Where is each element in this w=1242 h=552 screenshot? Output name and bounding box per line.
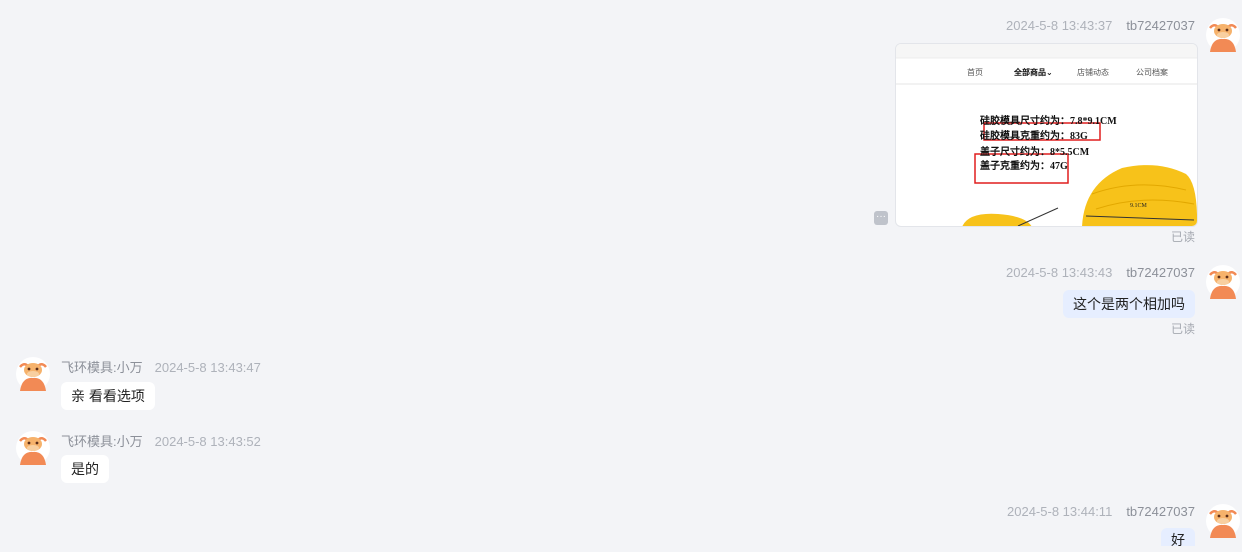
message-time: 2024-5-8 13:43:37 [1006,18,1113,33]
message-time: 2024-5-8 13:43:43 [1006,265,1113,280]
read-status: 已读 [1170,322,1195,336]
avatar[interactable] [16,431,50,465]
image-message[interactable]: 首页 全部商品⌄ 店铺动态 公司档案 硅胶模具尺寸约为：7.8*9.1CM 硅胶… [895,43,1198,227]
avatar[interactable] [16,357,50,391]
spec-line: 硅胶模具尺寸约为：7.8*9.1CM [980,116,1117,127]
cow-avatar-icon [1206,265,1240,299]
message-meta: 2024-5-8 13:43:37 tb72427037 [1006,18,1195,33]
cow-avatar-icon [1206,18,1240,52]
cow-avatar-icon [1206,504,1240,538]
message-meta: 飞环模具:小万 2024-5-8 13:43:52 [61,431,261,450]
sender-name[interactable]: tb72427037 [1126,265,1195,280]
message-bubble[interactable]: 亲 看看选项 [61,382,155,410]
message-meta: 飞环模具:小万 2024-5-8 13:43:47 [61,357,261,376]
sender-name[interactable]: 飞环模具:小万 [61,360,143,375]
cow-avatar-icon [16,431,50,465]
spec-line: 盖子克重约为：47G [980,161,1068,172]
avatar[interactable] [1206,504,1240,538]
read-status: 已读 [1170,230,1195,244]
sender-name[interactable]: tb72427037 [1126,504,1195,519]
nav-all-products: 全部商品⌄ [1014,68,1053,77]
message-bubble[interactable]: 好 [1161,528,1195,548]
message-bubble[interactable]: 这个是两个相加吗 [1063,290,1195,318]
sender-name[interactable]: tb72427037 [1126,18,1195,33]
message-time: 2024-5-8 13:44:11 [1007,504,1113,519]
avatar[interactable] [1206,265,1240,299]
dimension-label: 9.1CM [1130,203,1147,209]
message-time: 2024-5-8 13:43:47 [154,360,261,375]
message-bubble[interactable]: 是的 [61,455,109,483]
message-time: 2024-5-8 13:43:52 [154,434,261,449]
chevron-down-icon: ⌄ [1046,68,1053,77]
message-meta: 2024-5-8 13:44:11 tb72427037 [1007,504,1195,519]
message-meta: 2024-5-8 13:43:43 tb72427037 [1006,265,1195,280]
spec-line: 盖子尺寸约为：8*5.5CM [980,147,1090,158]
more-options-icon[interactable]: ··· [874,211,888,225]
nav-store-news: 店铺动态 [1077,68,1109,77]
spec-line: 硅胶模具克重约为：83G [980,131,1088,142]
sender-name[interactable]: 飞环模具:小万 [61,434,143,449]
cow-avatar-icon [16,357,50,391]
nav-home: 首页 [967,68,983,77]
nav-company-profile: 公司档案 [1136,68,1168,77]
avatar[interactable] [1206,18,1240,52]
